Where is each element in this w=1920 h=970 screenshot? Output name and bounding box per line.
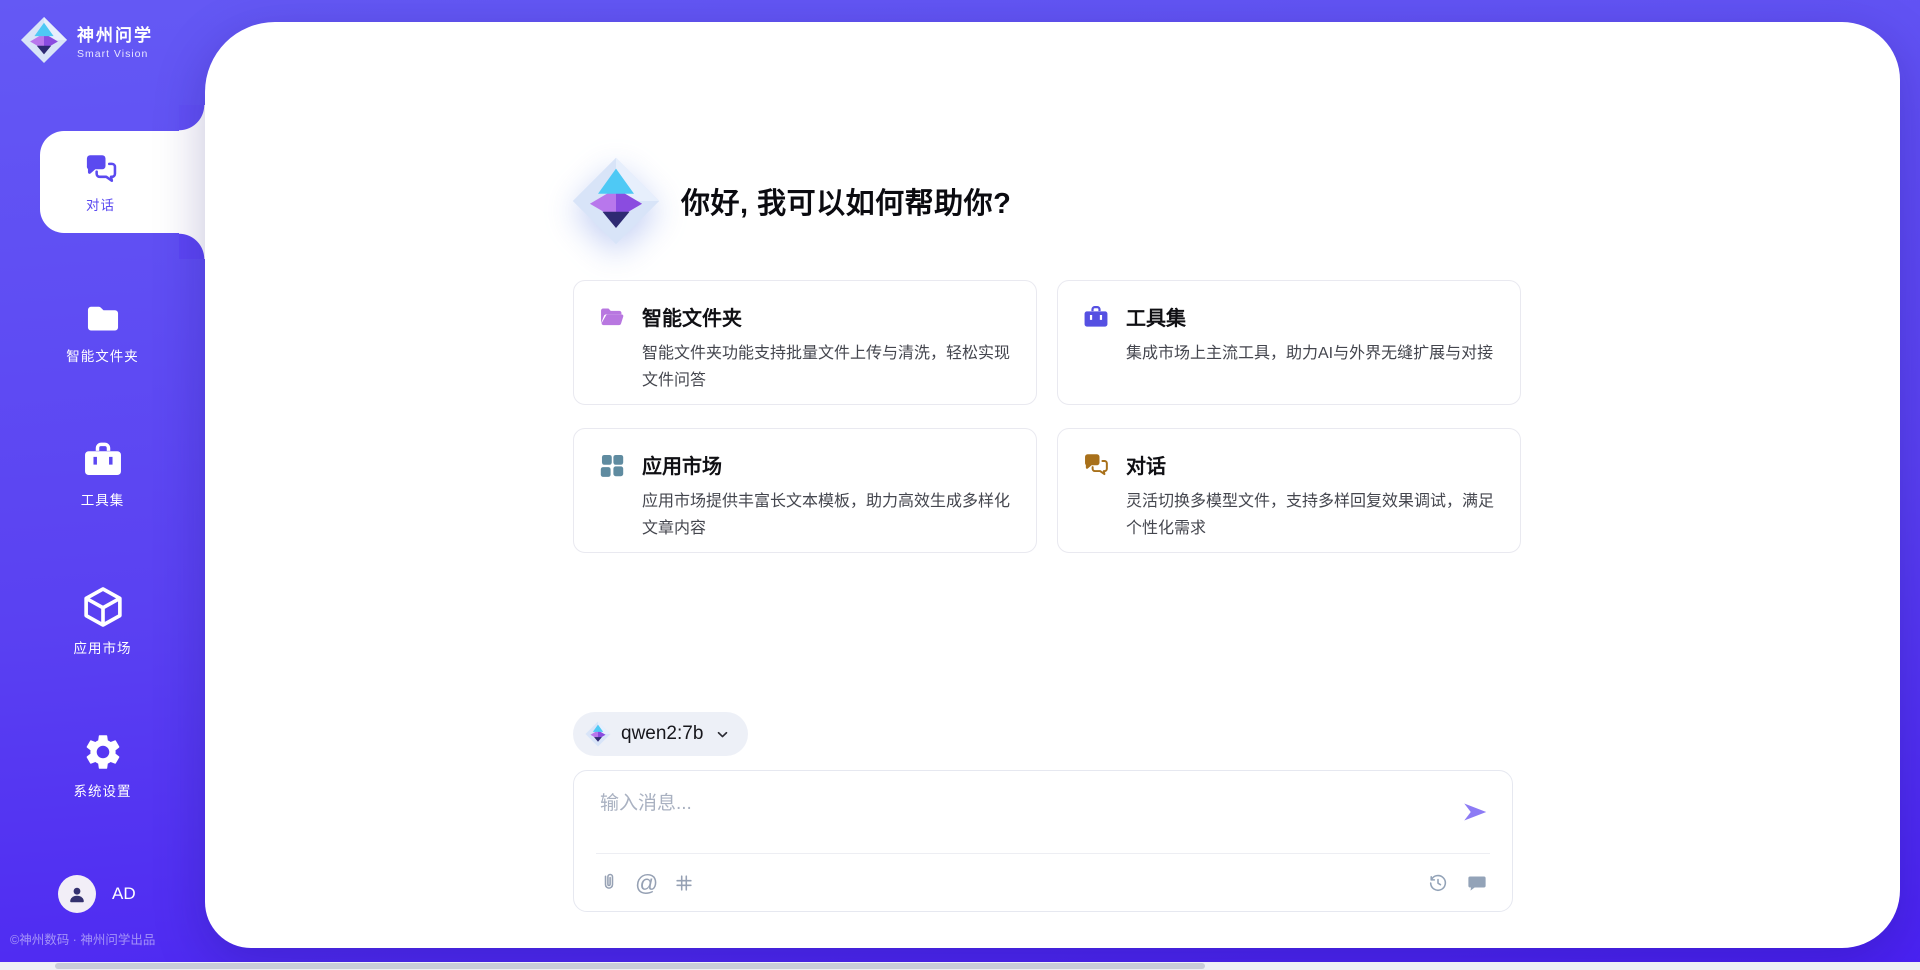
brand: 神州问学 Smart Vision bbox=[20, 16, 153, 64]
scrollbar-thumb[interactable] bbox=[55, 963, 1205, 969]
sidebar-item-label: 系统设置 bbox=[0, 780, 205, 800]
folder-icon bbox=[84, 300, 122, 338]
grid-icon bbox=[598, 451, 626, 479]
mention-icon: @ bbox=[635, 872, 658, 894]
send-icon bbox=[1460, 797, 1490, 827]
model-name: qwen2:7b bbox=[621, 723, 703, 745]
card-description: 集成市场上主流工具，助力AI与外界无缝扩展与对接 bbox=[1082, 340, 1494, 367]
message-input[interactable] bbox=[598, 786, 1442, 848]
cube-icon bbox=[80, 584, 126, 630]
card-description: 智能文件夹功能支持批量文件上传与清洗，轻松实现文件问答 bbox=[598, 340, 1010, 394]
history-icon bbox=[1427, 872, 1449, 894]
composer-divider bbox=[596, 853, 1490, 854]
sidebar-item-toolset[interactable]: 工具集 bbox=[0, 438, 205, 509]
feature-cards: 智能文件夹 智能文件夹功能支持批量文件上传与清洗，轻松实现文件问答 工具集 集成… bbox=[573, 280, 1521, 553]
attachment-icon bbox=[598, 872, 620, 894]
chevron-down-icon bbox=[713, 725, 732, 744]
active-tab-curve-bottom bbox=[179, 233, 205, 259]
card-title: 应用市场 bbox=[642, 450, 722, 479]
avatar bbox=[58, 875, 96, 913]
sidebar-item-smart-folder[interactable]: 智能文件夹 bbox=[0, 300, 205, 365]
hash-button[interactable] bbox=[673, 872, 695, 894]
person-icon bbox=[65, 882, 89, 906]
card-title: 对话 bbox=[1126, 450, 1166, 479]
feature-card-toolset[interactable]: 工具集 集成市场上主流工具，助力AI与外界无缝扩展与对接 bbox=[1057, 280, 1521, 405]
app-window: 神州问学 Smart Vision 对话 智能文件夹 工具集 应用市场 系统设置 bbox=[0, 0, 1920, 970]
attach-file-button[interactable] bbox=[598, 872, 620, 894]
feature-card-app-market[interactable]: 应用市场 应用市场提供丰富长文本模板，助力高效生成多样化文章内容 bbox=[573, 428, 1037, 553]
user-initials: AD bbox=[112, 884, 136, 904]
hash-icon bbox=[673, 872, 695, 894]
sidebar-item-label: 工具集 bbox=[0, 489, 205, 509]
brand-subtitle: Smart Vision bbox=[77, 48, 153, 60]
brand-diamond-icon bbox=[585, 721, 611, 747]
card-description: 应用市场提供丰富长文本模板，助力高效生成多样化文章内容 bbox=[598, 488, 1010, 542]
brand-diamond-icon bbox=[571, 156, 661, 246]
model-selector[interactable]: qwen2:7b bbox=[573, 712, 748, 756]
sidebar-item-chat[interactable]: 对话 bbox=[40, 131, 205, 233]
active-tab-curve-top bbox=[179, 105, 205, 131]
send-button[interactable] bbox=[1460, 796, 1492, 828]
conversation-icon bbox=[1466, 872, 1488, 894]
feature-card-chat[interactable]: 对话 灵活切换多模型文件，支持多样回复效果调试，满足个性化需求 bbox=[1057, 428, 1521, 553]
copyright-footer: ©神州数码 · 神州问学出品 bbox=[10, 929, 205, 948]
gear-icon bbox=[82, 731, 124, 773]
composer: @ bbox=[573, 770, 1513, 912]
sidebar-item-label: 应用市场 bbox=[0, 637, 205, 657]
sidebar-item-settings[interactable]: 系统设置 bbox=[0, 731, 205, 800]
main-content: 你好, 我可以如何帮助你? 智能文件夹 智能文件夹功能支持批量文件上传与清洗，轻… bbox=[573, 22, 1521, 948]
composer-toolbar: @ bbox=[598, 866, 1488, 900]
welcome-header: 你好, 我可以如何帮助你? bbox=[571, 156, 1011, 246]
main-panel: 你好, 我可以如何帮助你? 智能文件夹 智能文件夹功能支持批量文件上传与清洗，轻… bbox=[205, 22, 1900, 948]
conversation-button[interactable] bbox=[1466, 872, 1488, 894]
horizontal-scrollbar[interactable] bbox=[0, 962, 1920, 970]
card-title: 工具集 bbox=[1126, 302, 1186, 331]
card-title: 智能文件夹 bbox=[642, 302, 742, 331]
card-description: 灵活切换多模型文件，支持多样回复效果调试，满足个性化需求 bbox=[1082, 488, 1494, 542]
toolbox-icon bbox=[81, 438, 125, 482]
sidebar-item-label: 智能文件夹 bbox=[0, 345, 205, 365]
brand-logo-icon bbox=[20, 16, 68, 64]
mention-button[interactable]: @ bbox=[635, 872, 658, 894]
chat-bubbles-icon bbox=[1082, 451, 1110, 479]
chat-bubbles-icon bbox=[83, 151, 119, 187]
sidebar-item-label: 对话 bbox=[86, 194, 115, 214]
sidebar-item-app-market[interactable]: 应用市场 bbox=[0, 584, 205, 657]
brand-name: 神州问学 bbox=[77, 21, 153, 46]
history-button[interactable] bbox=[1427, 872, 1449, 894]
greeting-title: 你好, 我可以如何帮助你? bbox=[681, 180, 1011, 222]
toolbox-icon bbox=[1082, 303, 1110, 331]
user-profile[interactable]: AD bbox=[58, 875, 136, 913]
sidebar: 神州问学 Smart Vision 对话 智能文件夹 工具集 应用市场 系统设置 bbox=[0, 0, 205, 970]
feature-card-smart-folder[interactable]: 智能文件夹 智能文件夹功能支持批量文件上传与清洗，轻松实现文件问答 bbox=[573, 280, 1037, 405]
folder-open-icon bbox=[598, 303, 626, 331]
